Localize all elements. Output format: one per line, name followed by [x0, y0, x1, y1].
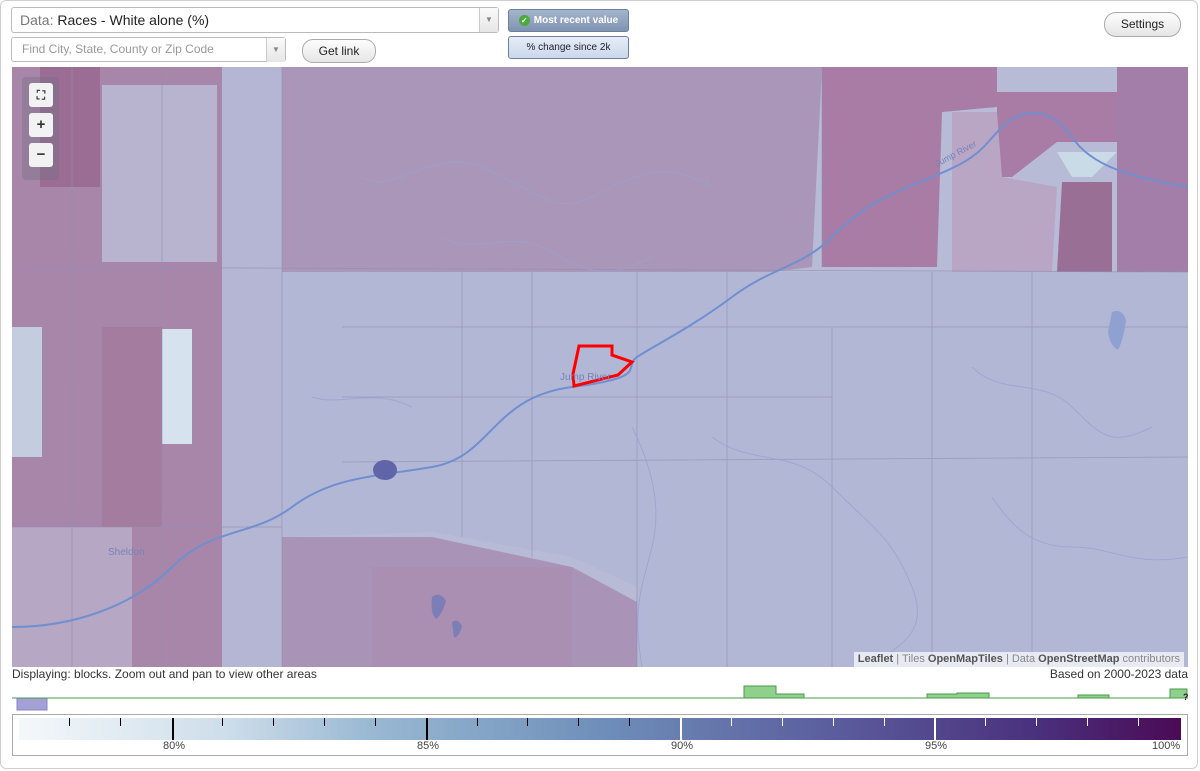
chevron-down-icon[interactable]: ▼	[479, 8, 498, 32]
legend-gradient	[19, 718, 1181, 740]
search-box[interactable]: ▼	[11, 37, 286, 62]
map[interactable]: Jump River Sheldon Jump River ⛶ + − Leaf…	[12, 67, 1188, 667]
legend-label-95: 95%	[925, 740, 948, 752]
legend-label-85: 85%	[417, 740, 440, 752]
legend-label-90: 90%	[671, 740, 694, 752]
based-on-note: Based on 2000-2023 data	[1049, 667, 1188, 681]
zoom-in-button[interactable]: +	[29, 113, 53, 137]
openmaptiles-link[interactable]: OpenMapTiles	[928, 653, 1003, 665]
search-input[interactable]	[20, 41, 264, 57]
legend-label-80: 80%	[163, 740, 186, 752]
color-legend[interactable]: 80% 85% 90% 95% 100%	[12, 714, 1188, 756]
town-label-sheldon: Sheldon	[108, 547, 145, 558]
data-select-label: Data:	[20, 12, 54, 28]
map-attribution: Leaflet | Tiles OpenMapTiles | Data Open…	[853, 652, 1184, 667]
search-dropdown-icon[interactable]: ▼	[266, 38, 285, 62]
unknown-label: ?	[1183, 692, 1188, 702]
openstreetmap-link[interactable]: OpenStreetMap	[1038, 653, 1119, 665]
data-select-value: Races - White alone (%)	[57, 12, 210, 28]
histogram: ?	[12, 685, 1188, 711]
fullscreen-icon[interactable]: ⛶	[29, 83, 53, 107]
zoom-control: ⛶ + −	[22, 77, 59, 180]
most-recent-label: Most recent value	[533, 15, 619, 26]
checkmark-icon: ✓	[518, 14, 530, 26]
percent-change-button[interactable]: % change since 2k	[508, 36, 629, 59]
map-canvas: Jump River Sheldon Jump River	[12, 67, 1188, 667]
zoom-out-button[interactable]: −	[29, 143, 53, 167]
leaflet-link[interactable]: Leaflet	[858, 653, 893, 665]
settings-button[interactable]: Settings	[1104, 12, 1181, 37]
display-note: Displaying: blocks. Zoom out and pan to …	[12, 667, 317, 681]
legend-label-100: 100%	[1152, 740, 1181, 752]
most-recent-value-button[interactable]: ✓ Most recent value	[508, 9, 629, 32]
get-link-button[interactable]: Get link	[302, 39, 376, 63]
data-select[interactable]: Data: Races - White alone (%) ▼	[11, 7, 499, 33]
town-label-jump-river: Jump River	[560, 372, 611, 383]
